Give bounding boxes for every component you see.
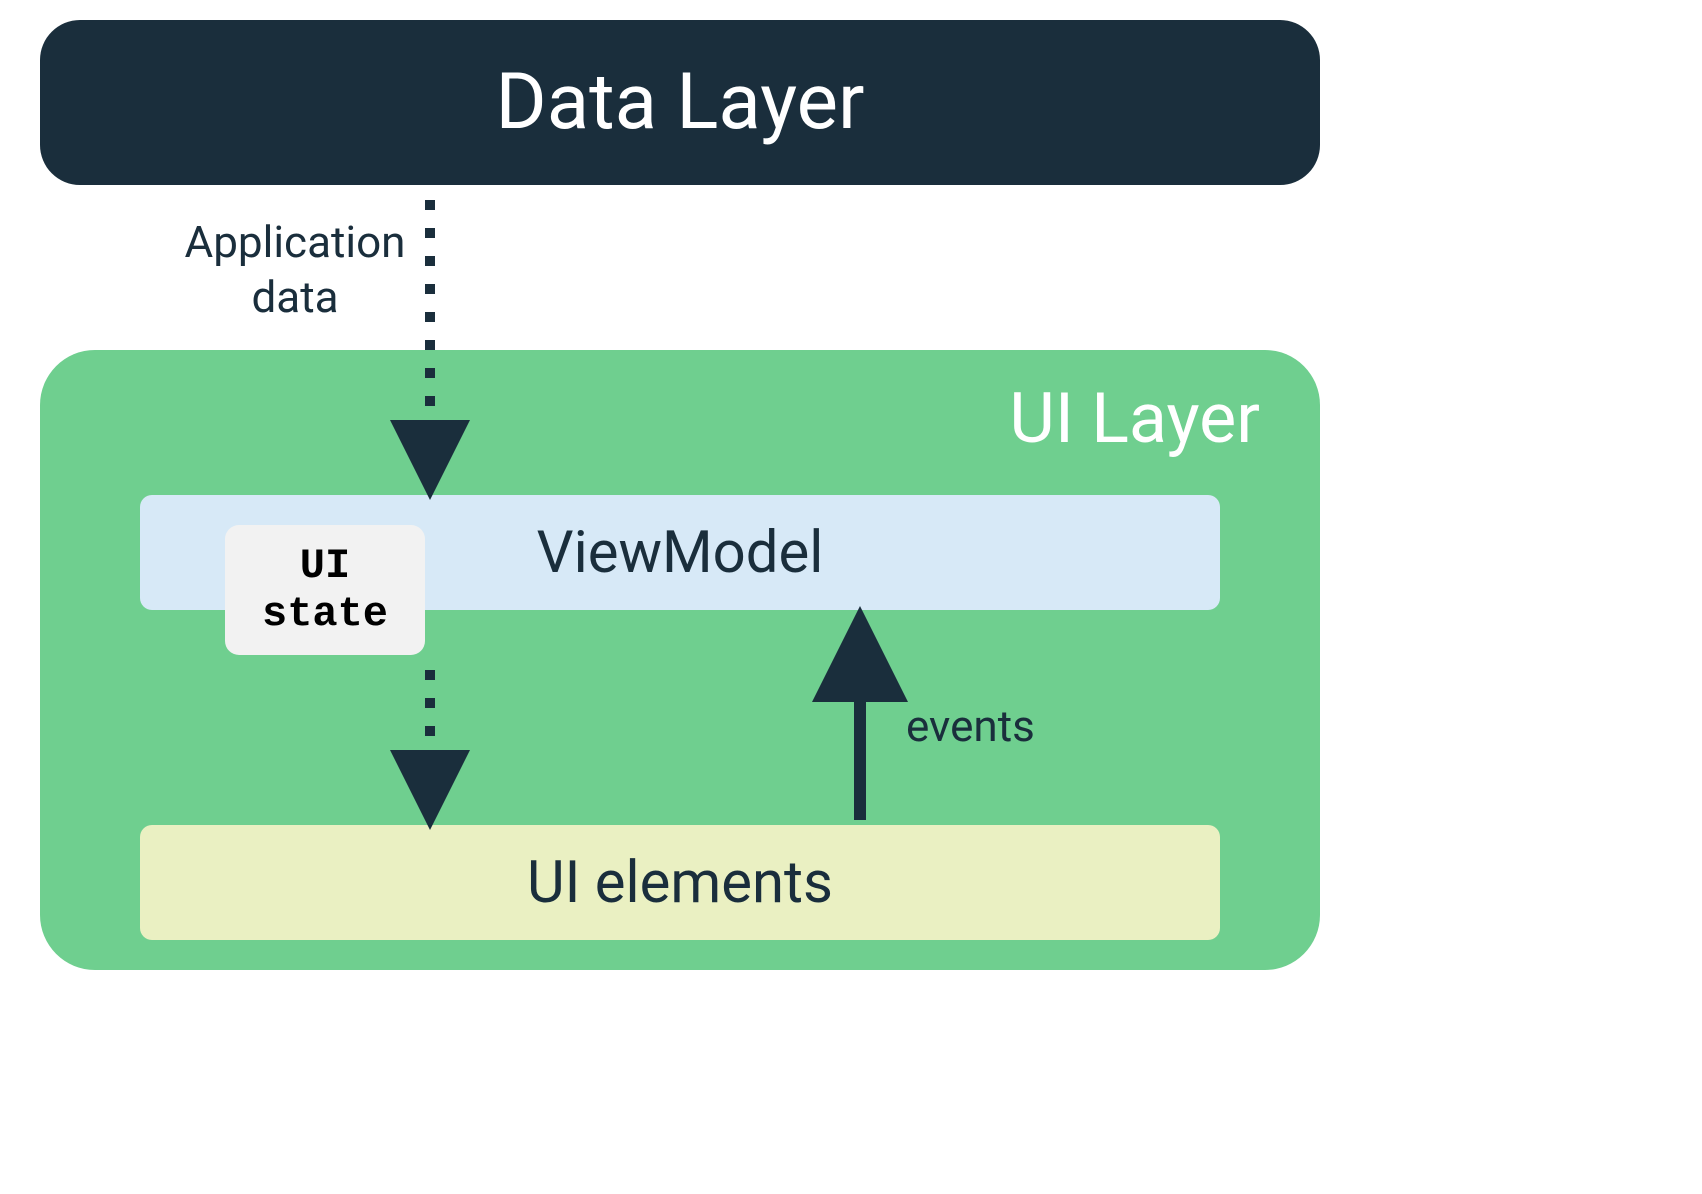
ui-layer-box: UI Layer ViewModel UI state UI elements … [40, 350, 1320, 970]
events-label: events [906, 700, 1035, 752]
ui-elements-box: UI elements [140, 825, 1220, 940]
application-data-label-line2: data [251, 271, 338, 323]
architecture-diagram: Data Layer Application data UI Layer Vie… [40, 20, 1320, 980]
ui-state-label: UI state [262, 542, 388, 639]
data-layer-box: Data Layer [40, 20, 1320, 185]
ui-elements-label: UI elements [527, 849, 833, 917]
ui-state-line1: UI [300, 542, 350, 590]
ui-state-box: UI state [225, 525, 425, 655]
data-layer-title: Data Layer [496, 57, 865, 148]
ui-state-line2: state [262, 590, 388, 638]
viewmodel-label: ViewModel [537, 519, 824, 587]
ui-layer-title: UI Layer [1009, 378, 1260, 460]
application-data-label: Application data [180, 215, 410, 325]
application-data-label-line1: Application [185, 216, 406, 268]
